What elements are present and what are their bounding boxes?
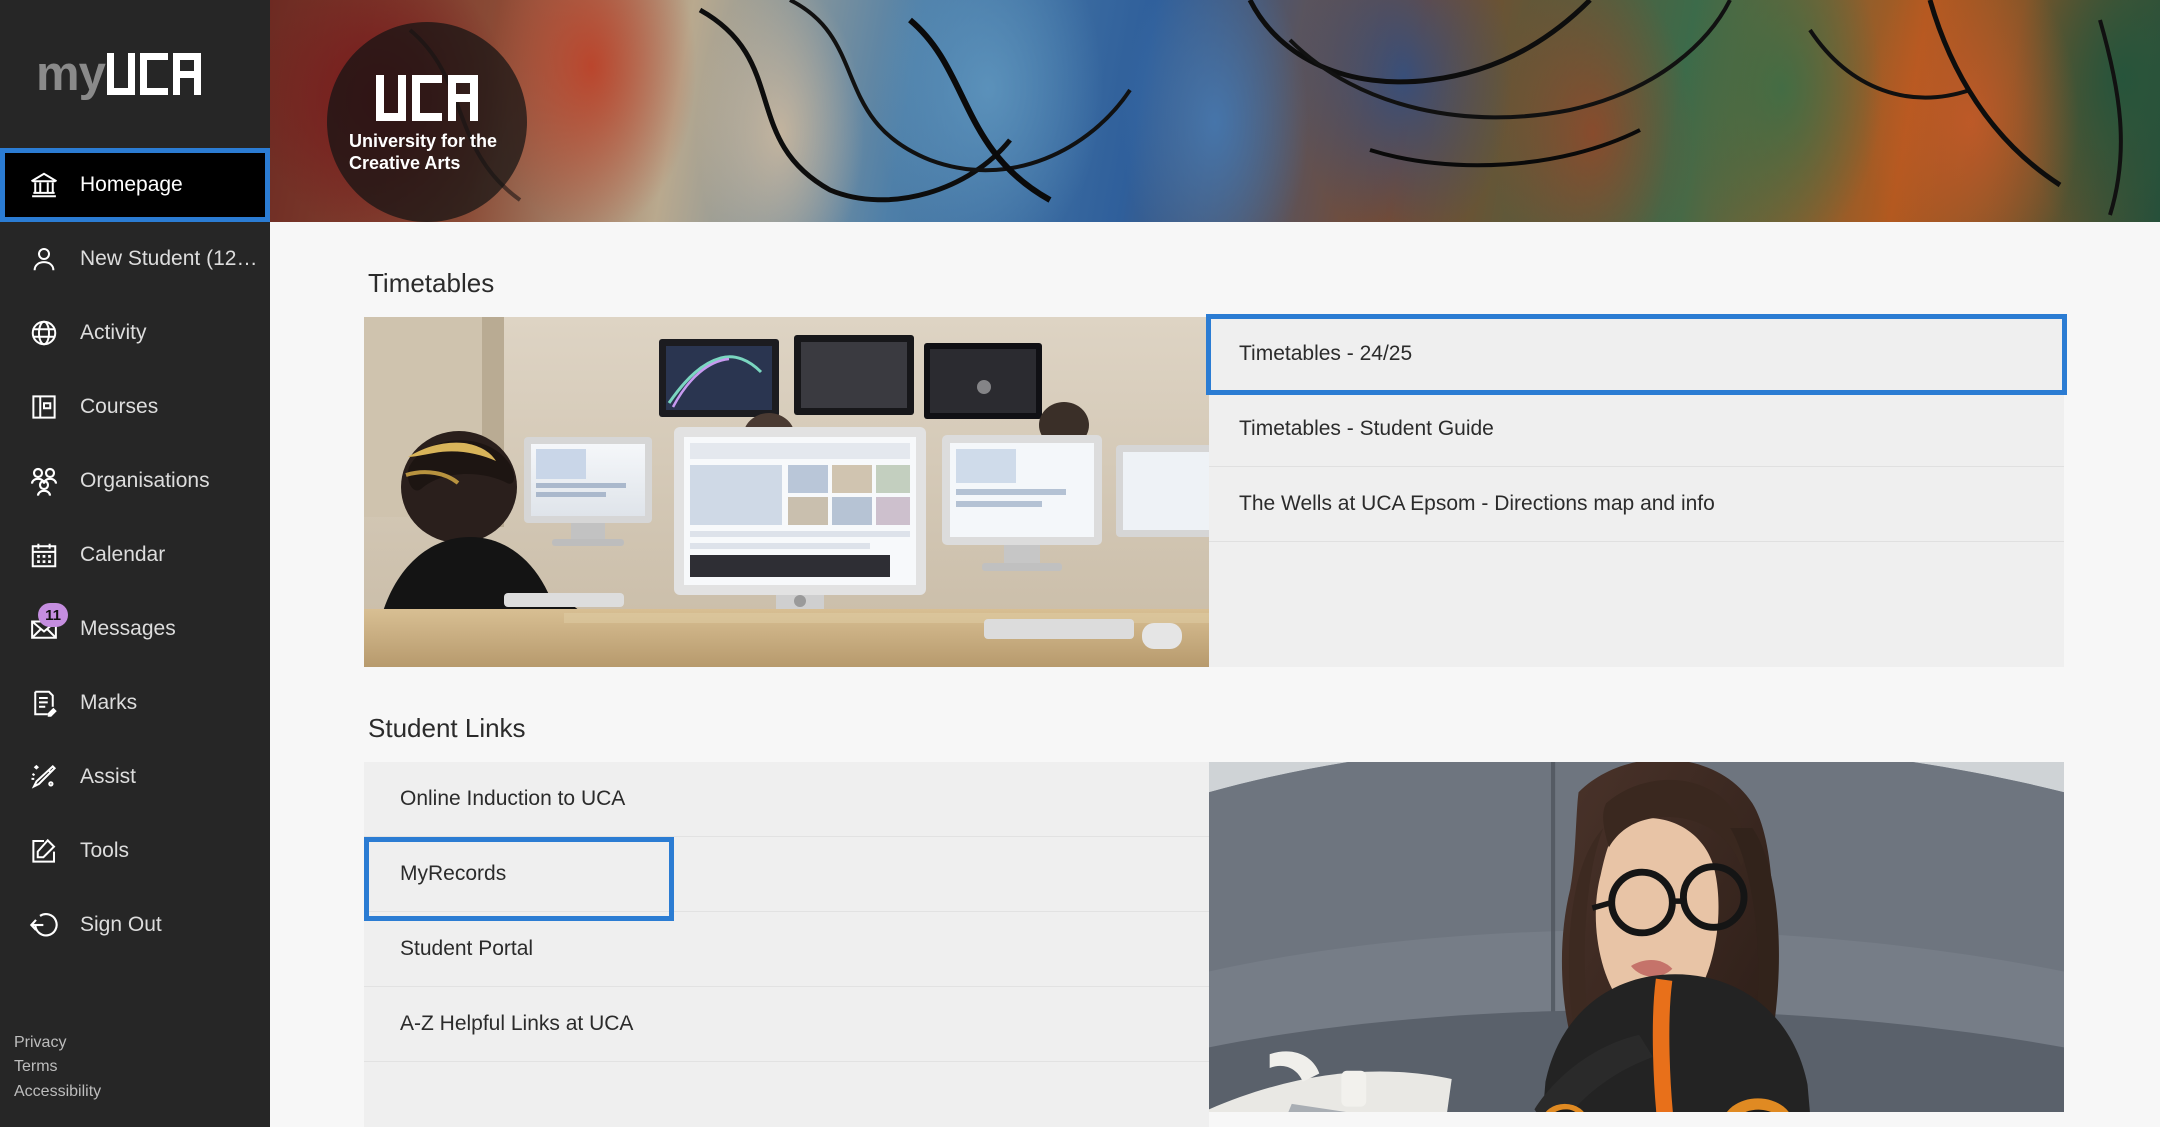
computer-lab-photo	[364, 317, 1209, 667]
link-label: Online Induction to UCA	[400, 787, 626, 810]
uca-subtitle-line2: Creative Arts	[349, 153, 461, 173]
logo-letter-c	[412, 75, 442, 122]
link-label: Timetables - 24/25	[1239, 342, 1413, 365]
footer-link-privacy[interactable]: Privacy	[14, 1031, 270, 1056]
uca-logo-subtitle: University for the Creative Arts	[349, 131, 509, 175]
sidebar-nav: Homepage New Student (1234… Activity Cou…	[0, 148, 270, 1031]
brand-logo[interactable]: my	[0, 0, 270, 148]
book-icon	[22, 385, 66, 429]
people-group-icon	[22, 459, 66, 503]
brand-letter-c	[139, 53, 168, 95]
footer-link-accessibility[interactable]: Accessibility	[14, 1080, 270, 1105]
link-label: The Wells at UCA Epsom - Directions map …	[1239, 492, 1715, 515]
main-content: University for the Creative Arts Timetab…	[270, 0, 2160, 1127]
link-label: Timetables - Student Guide	[1239, 417, 1494, 440]
module-title-student-links: Student Links	[368, 713, 526, 743]
brand-prefix: my	[36, 46, 106, 101]
module-title-timetables: Timetables	[368, 268, 495, 298]
module-student-links: Student Links Online Induction to UCA My…	[364, 713, 2064, 1127]
timetables-link-list: Timetables - 24/25 Timetables - Student …	[1206, 314, 2067, 667]
sidebar-item-label: Sign Out	[80, 913, 162, 936]
sidebar-item-label: New Student (1234…	[80, 247, 265, 270]
sidebar-item-label: Calendar	[80, 543, 166, 566]
link-row-wells-epsom-directions[interactable]: The Wells at UCA Epsom - Directions map …	[1209, 467, 2064, 542]
sidebar-item-organisations[interactable]: Organisations	[0, 444, 270, 518]
student-links-list: Online Induction to UCA MyRecords Studen…	[364, 762, 1209, 1127]
sidebar-item-label: Assist	[80, 765, 137, 788]
link-label: Student Portal	[400, 937, 534, 960]
footer-link-terms[interactable]: Terms	[14, 1055, 270, 1080]
sidebar: my Homepage New Student (1234… Activity …	[0, 0, 270, 1127]
module-timetables: Timetables Timetables - 24/25 Timetables…	[364, 268, 2067, 667]
messages-badge: 11	[38, 603, 68, 627]
link-row-timetables-2425[interactable]: Timetables - 24/25	[1206, 314, 2067, 395]
logo-letter-a	[448, 75, 478, 122]
sidebar-item-label: Messages	[80, 617, 176, 640]
sign-out-icon	[22, 903, 66, 947]
link-row-online-induction[interactable]: Online Induction to UCA	[364, 762, 1209, 837]
document-pen-icon	[22, 681, 66, 725]
link-row-myrecords[interactable]: MyRecords	[364, 837, 1209, 921]
bank-icon	[22, 163, 66, 207]
uca-subtitle-line1: University for the	[349, 131, 498, 152]
modules-container: Timetables Timetables - 24/25 Timetables…	[270, 268, 2160, 1127]
link-label: A-Z Helpful Links at UCA	[400, 1012, 634, 1035]
calendar-icon	[22, 533, 66, 577]
sidebar-item-calendar[interactable]: Calendar	[0, 518, 270, 592]
student-study-pod-photo	[1209, 762, 2064, 1112]
sidebar-item-label: Marks	[80, 691, 138, 714]
banner-graffiti-image: University for the Creative Arts	[270, 0, 2160, 222]
link-row-student-portal[interactable]: Student Portal	[364, 912, 1209, 987]
sidebar-item-messages[interactable]: 11 Messages	[0, 592, 270, 666]
app-root: my Homepage New Student (1234… Activity …	[0, 0, 2160, 1127]
uca-logo: University for the Creative Arts	[327, 22, 527, 222]
sidebar-item-sign-out[interactable]: Sign Out	[0, 888, 270, 962]
link-label: MyRecords	[400, 862, 507, 885]
logo-letter-u	[376, 75, 406, 122]
sidebar-item-label: Activity	[80, 321, 147, 344]
globe-icon	[22, 311, 66, 355]
link-list-filler	[1209, 542, 2064, 667]
sidebar-item-assist[interactable]: Assist	[0, 740, 270, 814]
brand-letter-u	[106, 53, 135, 95]
module-body-timetables: Timetables - 24/25 Timetables - Student …	[364, 314, 2067, 667]
person-icon	[22, 237, 66, 281]
uca-logo-letters	[376, 75, 478, 122]
sidebar-item-label: Homepage	[80, 173, 183, 196]
sidebar-item-tools[interactable]: Tools	[0, 814, 270, 888]
magic-wand-icon	[22, 755, 66, 799]
link-row-az-helpful-links[interactable]: A-Z Helpful Links at UCA	[364, 987, 1209, 1062]
edit-square-icon	[22, 829, 66, 873]
sidebar-item-new-student[interactable]: New Student (1234…	[0, 222, 270, 296]
brand-letter-a	[172, 53, 201, 95]
module-body-student-links: Online Induction to UCA MyRecords Studen…	[364, 762, 2064, 1127]
sidebar-item-homepage[interactable]: Homepage	[0, 148, 270, 222]
sidebar-item-label: Tools	[80, 839, 130, 862]
envelope-icon: 11	[22, 603, 68, 651]
sidebar-item-courses[interactable]: Courses	[0, 370, 270, 444]
sidebar-footer-links: Privacy Terms Accessibility	[0, 1031, 270, 1127]
link-row-timetables-student-guide[interactable]: Timetables - Student Guide	[1209, 392, 2064, 467]
link-row-extra[interactable]	[364, 1062, 1209, 1127]
banner-black-strokes	[270, 0, 2160, 222]
sidebar-item-label: Courses	[80, 395, 159, 418]
sidebar-item-marks[interactable]: Marks	[0, 666, 270, 740]
sidebar-item-activity[interactable]: Activity	[0, 296, 270, 370]
sidebar-item-label: Organisations	[80, 469, 210, 492]
brand-name-uca	[106, 53, 201, 95]
